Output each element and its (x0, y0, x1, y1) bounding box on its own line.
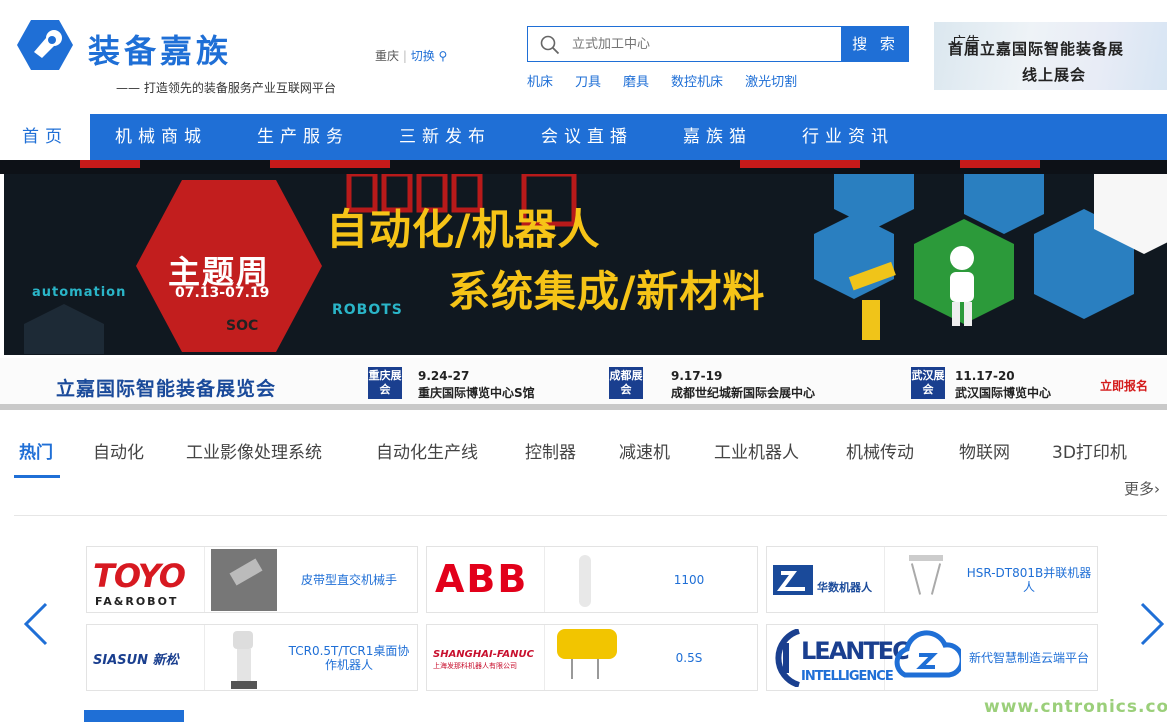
product-name[interactable]: HSR-DT801B并联机器人 (963, 547, 1095, 612)
leantec-logo-icon (775, 629, 800, 687)
tab-production-line[interactable]: 自动化生产线 (376, 438, 478, 463)
product-image (551, 625, 621, 690)
expo-date-chongqing: 9.24-27 (418, 369, 470, 383)
tab-industrial-robot[interactable]: 工业机器人 (714, 438, 799, 463)
nav-item-mall[interactable]: 机械商城 (115, 114, 207, 160)
product-card[interactable]: ABB 1100 (426, 546, 758, 613)
product-name[interactable]: 新代智慧制造云端平台 (963, 625, 1095, 690)
product-image (891, 547, 961, 612)
expo-strip-edge (0, 404, 1167, 410)
expo-logo: 立嘉国际智能装备展览会 (56, 378, 277, 400)
product-card[interactable]: SHANGHAI-FANUC 上海发那科机器人有限公司 0.5S (426, 624, 758, 691)
tab-iot[interactable]: 物联网 (959, 438, 1010, 463)
brand-logo-siasun: SIASUN 新松 (87, 625, 205, 690)
brand-logo-toyo: TOYO FA&ROBOT (87, 547, 205, 612)
active-tab-indicator (14, 475, 60, 478)
city-selector[interactable]: 重庆 | 切换 ⚲ (375, 47, 447, 64)
nav-item-production[interactable]: 生产服务 (257, 114, 349, 160)
product-image (891, 625, 965, 690)
product-name[interactable]: 0.5S (623, 625, 755, 690)
nav-item-home[interactable]: 首页 (0, 114, 90, 160)
brand-logo-shanghai-fanuc: SHANGHAI-FANUC 上海发那科机器人有限公司 (427, 625, 545, 690)
ad-line-1: 首届立嘉国际智能装备展 (948, 40, 1125, 58)
expo-badge-chongqing: 重庆展会 (368, 367, 402, 399)
expo-date-chengdu: 9.17-19 (671, 369, 723, 383)
brand-logo-leantec: LEANTEC INTELLIGENCE (767, 625, 910, 690)
product-name[interactable]: 皮带型直交机械手 (283, 547, 415, 612)
expo-venue-chengdu: 成都世纪城新国际会展中心 (671, 386, 816, 400)
product-image (211, 547, 281, 612)
watermark-text: www.cntronics.com (984, 697, 1167, 717)
search-bar (527, 26, 842, 62)
nav-item-live[interactable]: 会议直播 (541, 114, 633, 160)
brand-logo-huashu: 华数机器人 (767, 547, 885, 612)
expo-badge-wuhan: 武汉展会 (911, 367, 945, 399)
product-card[interactable]: SIASUN 新松 TCR0.5T/TCR1桌面协作机器人 (86, 624, 418, 691)
banner-tag-soc: SOC (226, 318, 259, 334)
search-icon (540, 35, 560, 55)
section-divider (14, 515, 1167, 516)
hotword-link[interactable]: 刀具 (575, 71, 601, 90)
tab-3d-printer[interactable]: 3D打印机 (1052, 438, 1127, 463)
expo-venue-wuhan: 武汉国际博览中心 (955, 386, 1052, 400)
banner-tag-automation: automation (32, 285, 127, 300)
huashu-logo-icon (773, 565, 813, 595)
banner-theme-date: 07.13-07.19 (175, 285, 270, 301)
cloud-platform-icon (894, 630, 965, 678)
tab-imaging[interactable]: 工业影像处理系统 (186, 438, 322, 463)
hotword-link[interactable]: 机床 (527, 71, 553, 90)
tab-hot[interactable]: 热门 (19, 438, 53, 463)
tab-reducer[interactable]: 减速机 (619, 438, 670, 463)
tab-transmission[interactable]: 机械传动 (846, 438, 914, 463)
product-image (551, 547, 621, 612)
city-name: 重庆 (375, 49, 400, 63)
header-ad-banner[interactable]: 广告 首届立嘉国际智能装备展 线上展会 (934, 22, 1167, 90)
expo-date-wuhan: 11.17-20 (955, 369, 1015, 383)
humanoid-robot-icon (950, 246, 974, 326)
banner-headline-1: 自动化/机器人 (326, 205, 601, 254)
robot-arm-icon (848, 261, 896, 340)
expo-signup-link[interactable]: 立即报名 (1100, 377, 1148, 394)
hotword-link[interactable]: 磨具 (623, 71, 649, 90)
expo-venue-chongqing: 重庆国际博览中心S馆 (418, 386, 535, 400)
brand-name[interactable]: 装备嘉族 (88, 26, 232, 72)
search-input[interactable] (572, 34, 832, 54)
brand-logo-abb: ABB (427, 547, 545, 612)
product-image (211, 625, 281, 690)
nav-item-news[interactable]: 行业资讯 (802, 114, 894, 160)
tab-controller[interactable]: 控制器 (525, 438, 576, 463)
banner-top-strip (0, 160, 1167, 174)
search-button[interactable]: 搜 索 (842, 26, 909, 62)
banner-tag-robots: ROBOTS (332, 302, 403, 318)
brand-logo-icon[interactable] (16, 18, 74, 72)
carousel-prev-arrow-icon[interactable] (22, 602, 50, 646)
hotword-link[interactable]: 激光切割 (745, 71, 797, 90)
product-card[interactable]: LEANTEC INTELLIGENCE 新代智慧制造云端平台 (766, 624, 1098, 691)
ad-line-2: 线上展会 (1022, 66, 1087, 84)
hotword-link[interactable]: 数控机床 (671, 71, 723, 90)
city-switch-link[interactable]: 切换 (411, 49, 435, 63)
hot-search-words: 机床 刀具 磨具 数控机床 激光切割 (527, 71, 797, 90)
location-pin-icon: ⚲ (438, 49, 448, 63)
more-link[interactable]: 更多› (1124, 478, 1160, 499)
nav-item-launch[interactable]: 三新发布 (399, 114, 491, 160)
product-name[interactable]: TCR0.5T/TCR1桌面协作机器人 (283, 625, 415, 690)
tab-automation[interactable]: 自动化 (93, 438, 144, 463)
expo-badge-chengdu: 成都展会 (609, 367, 643, 399)
carousel-next-arrow-icon[interactable] (1138, 602, 1166, 646)
banner-headline-2: 系统集成/新材料 (448, 267, 766, 316)
product-card[interactable]: TOYO FA&ROBOT 皮带型直交机械手 (86, 546, 418, 613)
product-card[interactable]: 华数机器人 HSR-DT801B并联机器人 (766, 546, 1098, 613)
bottom-section-tab[interactable] (84, 710, 184, 722)
brand-slogan: —— 打造领先的装备服务产业互联网平台 (116, 81, 336, 95)
nav-item-jiazumao[interactable]: 嘉族猫 (683, 114, 752, 160)
product-name[interactable]: 1100 (623, 547, 755, 612)
